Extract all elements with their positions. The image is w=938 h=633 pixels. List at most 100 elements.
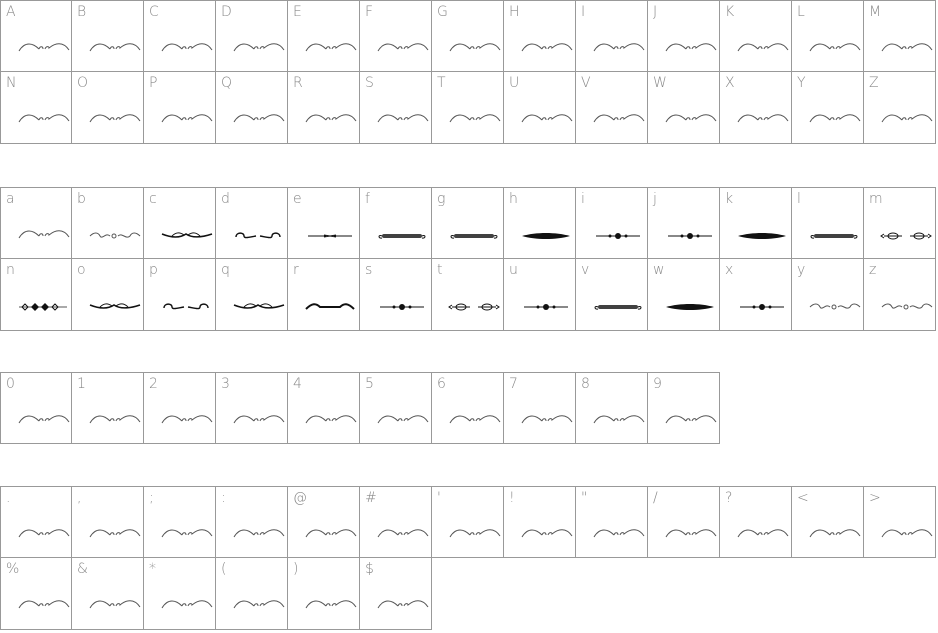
glyph-character-label: p [149, 262, 158, 278]
ornament-swash-icon [521, 43, 573, 52]
glyph-character-label: g [437, 191, 446, 207]
glyph-cell: D [216, 0, 288, 72]
glyph-cell: v [576, 259, 648, 331]
glyph-cell: 1 [72, 372, 144, 444]
glyph-cell: l [792, 187, 864, 259]
ornament-swash-icon [89, 529, 141, 538]
glyph-cell: ? [720, 486, 792, 558]
glyph-character-label: ! [509, 490, 515, 506]
glyph-cell: 2 [144, 372, 216, 444]
ornament-loops-icon [881, 303, 933, 310]
glyph-cell: o [72, 259, 144, 331]
glyph-cell: i [576, 187, 648, 259]
glyph-cell: F [360, 0, 432, 72]
glyph-character-label: > [869, 490, 881, 506]
glyph-cell: e [288, 187, 360, 259]
glyph-character-label: 3 [221, 376, 230, 392]
glyph-character-label: r [293, 262, 299, 278]
ornament-loops-icon [809, 303, 861, 310]
ornament-floral-bar-icon [378, 234, 426, 239]
ornament-swash-icon [593, 114, 645, 123]
ornament-swash-icon [233, 415, 285, 424]
ornament-beaded-icon [596, 233, 640, 239]
ornament-swash-icon [89, 415, 141, 424]
glyph-cell: @ [288, 486, 360, 558]
glyph-character-label: & [77, 561, 88, 577]
ornament-swash-icon [89, 114, 141, 123]
ornament-swash-icon [593, 529, 645, 538]
glyph-cell: U [504, 72, 576, 144]
glyph-cell: # [360, 486, 432, 558]
glyph-cell: c [144, 187, 216, 259]
ornament-swash-icon [89, 600, 141, 609]
ornament-swash-icon [377, 114, 429, 123]
glyph-character-label: o [77, 262, 86, 278]
ornament-swash-icon [449, 529, 501, 538]
ornament-swash-icon [809, 43, 861, 52]
glyph-character-label: 9 [653, 376, 662, 392]
glyph-cell: j [648, 187, 720, 259]
glyph-character-label: A [6, 4, 16, 20]
ornament-swash-icon [593, 415, 645, 424]
ornament-floral-bar-icon [810, 234, 858, 239]
glyph-character-label: E [293, 4, 302, 20]
glyph-character-label: @ [293, 490, 307, 506]
glyph-cell: s [360, 259, 432, 331]
ornament-swash-icon [521, 114, 573, 123]
glyph-character-label: # [365, 490, 377, 506]
glyph-character-label: k [725, 191, 734, 207]
glyph-character-label: ) [293, 561, 299, 577]
glyph-cell: * [144, 558, 216, 630]
ornament-swash-icon [449, 415, 501, 424]
glyph-cell: ' [432, 486, 504, 558]
glyph-character-label: N [6, 75, 17, 91]
glyph-cell: ! [504, 486, 576, 558]
ornament-beaded-icon [524, 304, 568, 310]
glyph-character-label: ; [149, 490, 154, 506]
uppercase-glyph-grid: A B C D E F G H I J K L M N O P Q R S T U V W X Y Z [0, 0, 936, 144]
glyph-character-label: n [6, 262, 15, 278]
ornament-swash-icon [305, 415, 357, 424]
ornament-swash-icon [881, 114, 933, 123]
glyph-cell: : [216, 486, 288, 558]
glyph-character-label: K [725, 4, 735, 20]
ornament-swash-icon [18, 415, 70, 424]
glyph-cell: m [864, 187, 936, 259]
glyph-character-label: F [365, 4, 374, 20]
glyph-character-label: U [509, 75, 520, 91]
glyph-character-label: W [653, 75, 667, 91]
ornament-swash-icon [377, 43, 429, 52]
glyph-cell: A [0, 0, 72, 72]
glyph-cell: p [144, 259, 216, 331]
ornament-swash-icon [161, 43, 213, 52]
glyph-character-label: v [581, 262, 590, 278]
glyph-cell: ) [288, 558, 360, 630]
glyph-cell: < [792, 486, 864, 558]
glyph-character-label: . [6, 490, 11, 506]
ornament-loops-icon [89, 232, 141, 239]
glyph-cell: d [216, 187, 288, 259]
glyph-cell: $ [360, 558, 432, 630]
glyph-character-label: s [365, 262, 373, 278]
glyph-cell: C [144, 0, 216, 72]
glyph-cell: x [720, 259, 792, 331]
punctuation-glyph-grid: .,;: @ # '! " /? < >% & * () $ [0, 486, 936, 630]
glyph-character-label: X [725, 75, 735, 91]
ornament-swash-icon [809, 114, 861, 123]
glyph-character-label: H [509, 4, 520, 20]
glyph-character-label: 8 [581, 376, 590, 392]
ornament-curl-icon [163, 303, 209, 310]
ornament-wave-icon [305, 303, 355, 310]
glyph-character-label: ' [437, 490, 441, 506]
ornament-swash-icon [377, 600, 429, 609]
glyph-cell: 8 [576, 372, 648, 444]
glyph-character-label: * [149, 561, 156, 577]
glyph-cell: V [576, 72, 648, 144]
glyph-cell: u [504, 259, 576, 331]
glyph-character-label: 0 [6, 376, 15, 392]
glyph-cell: , [72, 486, 144, 558]
ornament-beaded-icon [380, 304, 424, 310]
glyph-cell: k [720, 187, 792, 259]
glyph-character-label: C [149, 4, 159, 20]
glyph-character-label: 4 [293, 376, 302, 392]
